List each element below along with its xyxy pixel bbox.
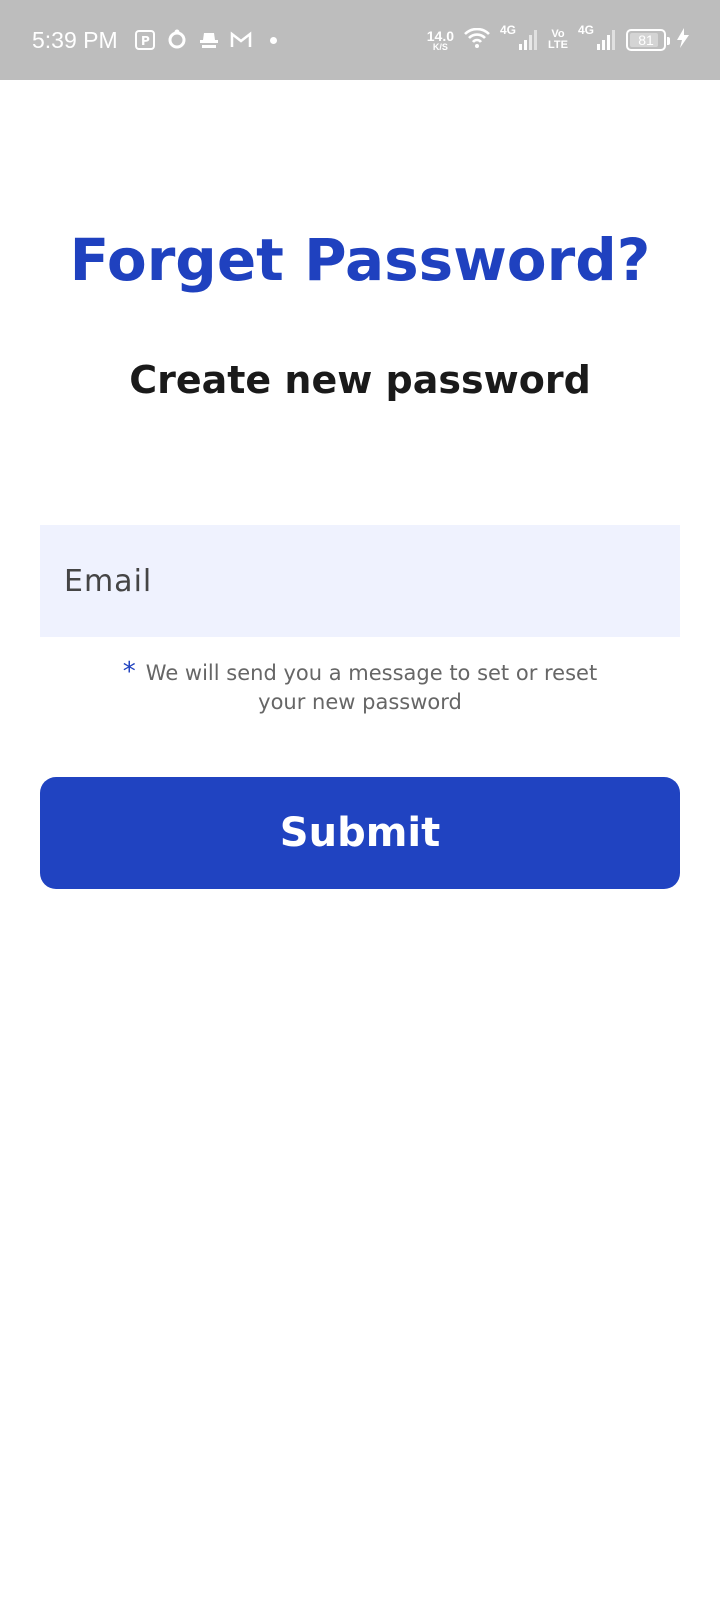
wifi-icon [464,27,490,53]
network-speed: 14.0 K/S [426,27,454,52]
status-time: 5:39 PM [32,26,118,53]
signal-bars-icon [597,30,615,50]
status-bar: 5:39 PM P 14.0 K/S 4G Vo LTE 4G 81 [0,0,720,80]
status-right: 14.0 K/S 4G Vo LTE 4G 81 [426,23,690,54]
email-field[interactable] [40,525,680,637]
svg-text:P: P [141,34,150,48]
sync-icon [166,29,188,51]
spy-icon [198,29,220,51]
battery-indicator: 81 [626,29,670,51]
signal-bars-icon [519,30,538,50]
reset-note: * We will send you a message to set or re… [100,658,620,717]
page-subtitle: Create new password [129,358,591,402]
required-star: * [122,657,136,687]
parking-icon: P [134,29,156,51]
page-title: Forget Password? [69,226,651,294]
submit-button[interactable]: Submit [40,777,680,889]
volte-indicator: Vo LTE [548,28,568,51]
notification-icons: P [134,29,277,51]
signal-sim1: 4G [500,23,538,51]
gmail-icon [230,29,252,51]
more-notifications-dot [269,36,277,44]
charging-icon [676,27,690,54]
signal-sim2: 4G [578,23,616,51]
note-text: We will send you a message to set or res… [145,661,598,714]
